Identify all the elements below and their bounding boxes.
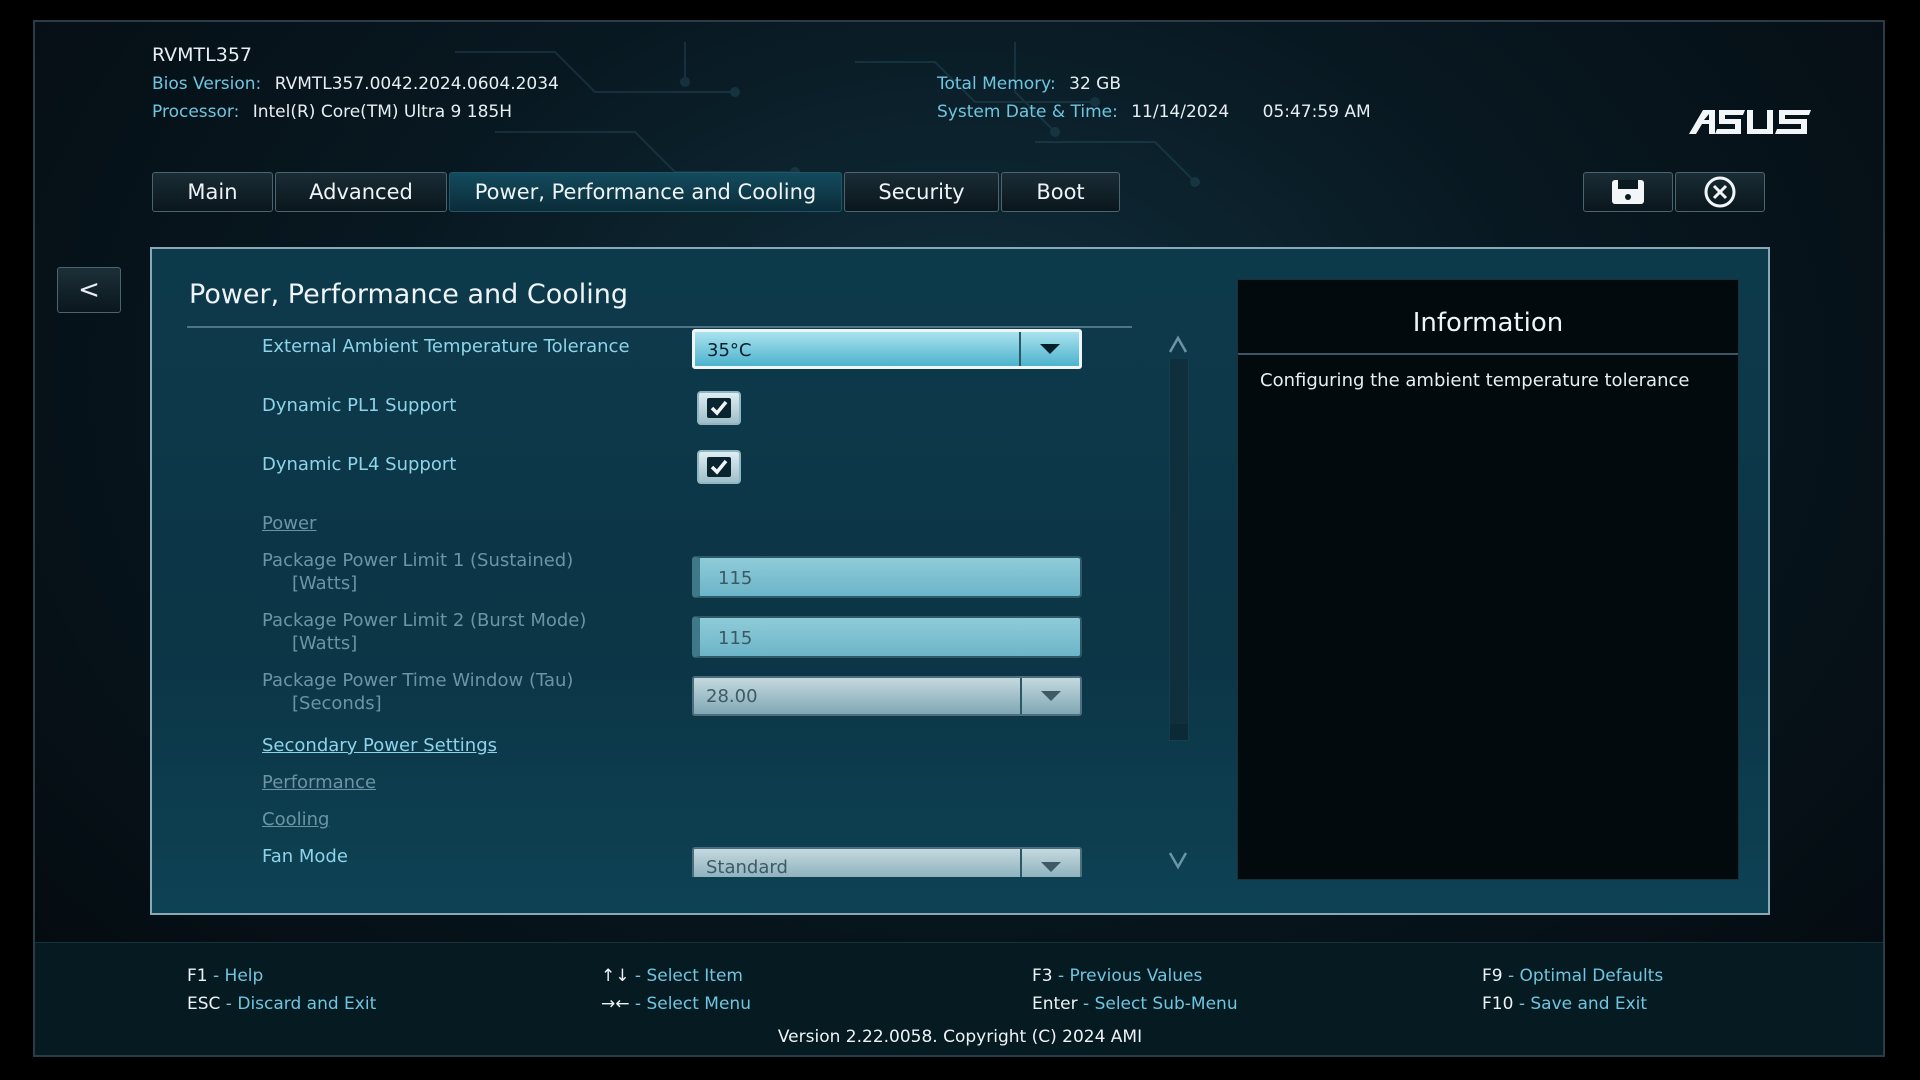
power-time-window-unit: [Seconds] bbox=[292, 693, 382, 714]
information-panel: Information Configuring the ambient temp… bbox=[1237, 279, 1739, 880]
scrollbar-thumb[interactable] bbox=[1170, 359, 1188, 724]
title-divider bbox=[187, 326, 1132, 328]
fan-mode-label: Fan Mode bbox=[262, 846, 348, 867]
power-time-window-value: 28.00 bbox=[706, 686, 758, 707]
package-power-limit1-value: 115 bbox=[718, 568, 753, 589]
help-key-f10: F10 - Save and Exit bbox=[1482, 994, 1647, 1014]
key-action: - Discard and Exit bbox=[220, 994, 377, 1014]
memory-row: Total Memory: 32 GB bbox=[937, 74, 1121, 94]
help-key-f9: F9 - Optimal Defaults bbox=[1482, 966, 1663, 986]
key-action: - Save and Exit bbox=[1513, 994, 1648, 1014]
key-action: - Select Item bbox=[629, 966, 743, 986]
tab-security[interactable]: Security bbox=[844, 172, 999, 212]
key-action: - Select Menu bbox=[629, 994, 751, 1014]
bios-window: RVMTL357 Bios Version: RVMTL357.0042.202… bbox=[33, 20, 1885, 1057]
power-time-window-label: Package Power Time Window (Tau) [Seconds… bbox=[262, 669, 573, 715]
bios-version-value: RVMTL357.0042.2024.0604.2034 bbox=[274, 74, 559, 94]
settings-panel: Power, Performance and Cooling External … bbox=[150, 247, 1770, 915]
power-section-header: Power bbox=[262, 513, 317, 534]
close-circle-icon bbox=[1704, 176, 1736, 208]
package-power-limit2-value: 115 bbox=[718, 628, 753, 649]
save-button[interactable] bbox=[1583, 172, 1673, 212]
key-label: F3 bbox=[1032, 966, 1053, 986]
help-key-left-right: →← - Select Menu bbox=[601, 994, 751, 1014]
package-power-limit2-unit: [Watts] bbox=[292, 633, 358, 654]
information-title: Information bbox=[1412, 308, 1564, 338]
dynamic-pl1-label: Dynamic PL1 Support bbox=[262, 395, 457, 416]
back-button[interactable]: < bbox=[57, 267, 121, 313]
tab-power-performance-cooling[interactable]: Power, Performance and Cooling bbox=[449, 172, 842, 212]
information-text: Configuring the ambient temperature tole… bbox=[1260, 370, 1690, 391]
fan-mode-dropdown[interactable]: Standard bbox=[692, 847, 1082, 877]
scroll-down-icon[interactable] bbox=[1167, 849, 1189, 871]
checkmark-icon bbox=[707, 398, 731, 418]
tab-boot[interactable]: Boot bbox=[1001, 172, 1120, 212]
key-action: - Optimal Defaults bbox=[1502, 966, 1664, 986]
checkmark-icon bbox=[707, 457, 731, 477]
key-label: F10 bbox=[1482, 994, 1514, 1014]
fan-mode-value: Standard bbox=[706, 857, 788, 877]
chevron-down-icon bbox=[1019, 332, 1079, 366]
memory-label: Total Memory: bbox=[937, 74, 1056, 94]
page-title: Power, Performance and Cooling bbox=[189, 279, 629, 310]
package-power-limit2-field[interactable]: 115 bbox=[692, 616, 1082, 658]
memory-value: 32 GB bbox=[1069, 74, 1122, 94]
key-action: - Select Sub-Menu bbox=[1077, 994, 1238, 1014]
ambient-temperature-dropdown[interactable]: 35°C bbox=[692, 329, 1082, 369]
package-power-limit2-title: Package Power Limit 2 (Burst Mode) bbox=[262, 610, 587, 631]
key-label: F1 bbox=[187, 966, 208, 986]
ambient-temperature-label: External Ambient Temperature Tolerance bbox=[262, 336, 630, 357]
package-power-limit1-field[interactable]: 115 bbox=[692, 556, 1082, 598]
help-key-up-down: ↑↓ - Select Item bbox=[601, 966, 743, 986]
asus-logo bbox=[1689, 110, 1811, 134]
key-action: - Help bbox=[207, 966, 264, 986]
time-value: 05:47:59 AM bbox=[1262, 102, 1371, 122]
help-key-esc: ESC - Discard and Exit bbox=[187, 994, 376, 1014]
cooling-section-header: Cooling bbox=[262, 809, 330, 830]
help-key-f3: F3 - Previous Values bbox=[1032, 966, 1202, 986]
secondary-power-settings-link[interactable]: Secondary Power Settings bbox=[262, 734, 497, 757]
version-copyright: Version 2.22.0058. Copyright (C) 2024 AM… bbox=[777, 1027, 1143, 1047]
help-key-enter: Enter - Select Sub-Menu bbox=[1032, 994, 1238, 1014]
save-icon bbox=[1612, 180, 1644, 204]
date-value: 11/14/2024 bbox=[1131, 102, 1230, 122]
processor-row: Processor: Intel(R) Core(TM) Ultra 9 185… bbox=[152, 102, 512, 122]
exit-button[interactable] bbox=[1675, 172, 1765, 212]
scroll-up-icon[interactable] bbox=[1167, 334, 1189, 356]
power-time-window-title: Package Power Time Window (Tau) bbox=[262, 670, 574, 691]
tab-main[interactable]: Main bbox=[152, 172, 273, 212]
help-key-f1: F1 - Help bbox=[187, 966, 263, 986]
bios-version-label: Bios Version: bbox=[152, 74, 262, 94]
datetime-row: System Date & Time: 11/14/2024 05:47:59 … bbox=[937, 102, 1371, 122]
key-label: Enter bbox=[1032, 994, 1078, 1014]
dynamic-pl4-label: Dynamic PL4 Support bbox=[262, 454, 457, 475]
datetime-label: System Date & Time: bbox=[937, 102, 1118, 122]
tab-advanced[interactable]: Advanced bbox=[275, 172, 447, 212]
package-power-limit1-label: Package Power Limit 1 (Sustained) [Watts… bbox=[262, 549, 573, 595]
package-power-limit1-unit: [Watts] bbox=[292, 573, 358, 594]
processor-label: Processor: bbox=[152, 102, 240, 122]
performance-section-header: Performance bbox=[262, 772, 377, 793]
ambient-temperature-value: 35°C bbox=[707, 340, 752, 361]
package-power-limit2-label: Package Power Limit 2 (Burst Mode) [Watt… bbox=[262, 609, 586, 655]
dynamic-pl1-checkbox[interactable] bbox=[697, 391, 741, 425]
key-action: - Previous Values bbox=[1052, 966, 1203, 986]
key-label: ↑↓ bbox=[601, 966, 630, 986]
information-divider bbox=[1238, 353, 1738, 355]
chevron-down-icon bbox=[1020, 849, 1080, 877]
package-power-limit1-title: Package Power Limit 1 (Sustained) bbox=[262, 550, 574, 571]
key-label: ESC bbox=[187, 994, 221, 1014]
settings-list: External Ambient Temperature Tolerance 3… bbox=[152, 329, 1152, 877]
key-label: F9 bbox=[1482, 966, 1503, 986]
chevron-down-icon bbox=[1020, 678, 1080, 714]
bios-version-row: Bios Version: RVMTL357.0042.2024.0604.20… bbox=[152, 74, 559, 94]
processor-value: Intel(R) Core(TM) Ultra 9 185H bbox=[252, 102, 512, 122]
system-model: RVMTL357 bbox=[152, 44, 253, 66]
key-label: →← bbox=[601, 994, 630, 1014]
power-time-window-dropdown[interactable]: 28.00 bbox=[692, 676, 1082, 716]
dynamic-pl4-checkbox[interactable] bbox=[697, 450, 741, 484]
